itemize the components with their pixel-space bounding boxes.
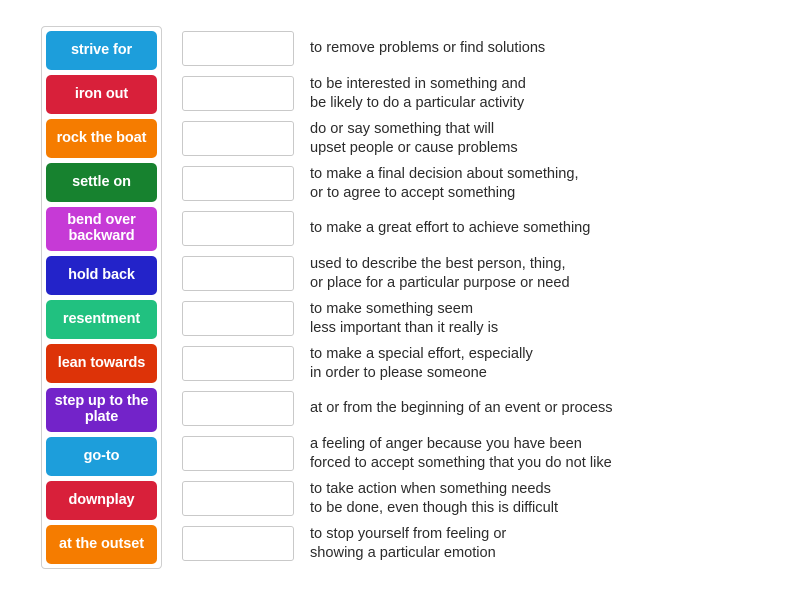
answer-tile[interactable]: hold back bbox=[46, 256, 157, 295]
answer-drop-box[interactable] bbox=[182, 166, 294, 201]
definition-text: a feeling of anger because you have been… bbox=[310, 435, 612, 471]
definitions-panel: to remove problems or find solutions to b… bbox=[182, 26, 800, 566]
definition-text: to make something seem less important th… bbox=[310, 300, 499, 336]
definition-row: to make a special effort, especially in … bbox=[182, 341, 800, 386]
definition-row: to be interested in something and be lik… bbox=[182, 71, 800, 116]
definition-row: at or from the beginning of an event or … bbox=[182, 386, 800, 431]
answer-tile[interactable]: resentment bbox=[46, 300, 157, 339]
definition-row: used to describe the best person, thing,… bbox=[182, 251, 800, 296]
answer-drop-box[interactable] bbox=[182, 31, 294, 66]
definition-text: to make a final decision about something… bbox=[310, 165, 579, 201]
answer-drop-box[interactable] bbox=[182, 346, 294, 381]
answer-tile[interactable]: settle on bbox=[46, 163, 157, 202]
answer-tile[interactable]: downplay bbox=[46, 481, 157, 520]
definition-row: to remove problems or find solutions bbox=[182, 26, 800, 71]
answer-tile[interactable]: bend over backward bbox=[46, 207, 157, 251]
definition-row: to stop yourself from feeling or showing… bbox=[182, 521, 800, 566]
match-up-activity: strive for iron out rock the boat settle on… bbox=[0, 0, 800, 600]
definition-text: to take action when something needs to b… bbox=[310, 480, 558, 516]
definition-text: to be interested in something and be lik… bbox=[310, 75, 526, 111]
definition-row: to take action when something needs to b… bbox=[182, 476, 800, 521]
definition-row: do or say something that will upset peop… bbox=[182, 116, 800, 161]
tiles-panel: strive for iron out rock the boat settle on… bbox=[41, 26, 162, 569]
answer-drop-box[interactable] bbox=[182, 76, 294, 111]
definition-text: to make a special effort, especially in … bbox=[310, 345, 533, 381]
definition-text: to remove problems or find solutions bbox=[310, 40, 546, 57]
answer-tile[interactable]: at the outset bbox=[46, 525, 157, 564]
answer-drop-box[interactable] bbox=[182, 481, 294, 516]
definition-row: to make something seem less important th… bbox=[182, 296, 800, 341]
definition-text: do or say something that will upset peop… bbox=[310, 120, 518, 156]
answer-tile[interactable]: lean towards bbox=[46, 344, 157, 383]
answer-tile[interactable]: rock the boat bbox=[46, 119, 157, 158]
answer-drop-box[interactable] bbox=[182, 211, 294, 246]
definition-text: to stop yourself from feeling or showing… bbox=[310, 525, 507, 561]
definition-text: to make a great effort to achieve someth… bbox=[310, 220, 591, 237]
answer-tile[interactable]: strive for bbox=[46, 31, 157, 70]
answer-tile[interactable]: go-to bbox=[46, 437, 157, 476]
definition-text: used to describe the best person, thing,… bbox=[310, 255, 570, 291]
definition-text: at or from the beginning of an event or … bbox=[310, 400, 613, 417]
answer-drop-box[interactable] bbox=[182, 256, 294, 291]
answer-tile[interactable]: iron out bbox=[46, 75, 157, 114]
answer-drop-box[interactable] bbox=[182, 526, 294, 561]
answer-drop-box[interactable] bbox=[182, 301, 294, 336]
answer-drop-box[interactable] bbox=[182, 436, 294, 471]
answer-drop-box[interactable] bbox=[182, 391, 294, 426]
definition-row: to make a final decision about something… bbox=[182, 161, 800, 206]
definition-row: to make a great effort to achieve someth… bbox=[182, 206, 800, 251]
definition-row: a feeling of anger because you have been… bbox=[182, 431, 800, 476]
answer-tile[interactable]: step up to the plate bbox=[46, 388, 157, 432]
answer-drop-box[interactable] bbox=[182, 121, 294, 156]
